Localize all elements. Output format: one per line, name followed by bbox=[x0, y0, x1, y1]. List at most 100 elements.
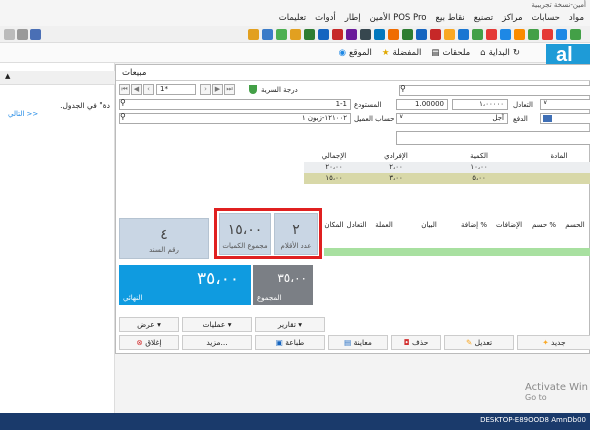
detail-header-additions: الإضافات bbox=[495, 221, 523, 229]
toolbar-icon-22[interactable] bbox=[542, 29, 553, 40]
delete-button[interactable]: ◘ حذف bbox=[391, 335, 441, 350]
tab-favorites-label: المفضلة bbox=[392, 47, 422, 58]
toolbar bbox=[0, 26, 590, 43]
toolbar-icon-24[interactable] bbox=[570, 29, 581, 40]
print-button[interactable]: ▣ طباعة bbox=[255, 335, 325, 350]
left-panel-header bbox=[0, 71, 115, 85]
toolbar-list-icon[interactable] bbox=[30, 29, 41, 40]
close-label: إغلاق bbox=[145, 338, 162, 347]
toolbar-icon-13[interactable] bbox=[416, 29, 427, 40]
notes-field[interactable] bbox=[396, 131, 590, 145]
detail-header-currency: العملة bbox=[375, 221, 393, 229]
detail-header-disc-pct: حسم % bbox=[531, 221, 557, 229]
tab-favorites[interactable]: ★ المفضلة bbox=[382, 48, 422, 58]
toolbar-icon-9[interactable] bbox=[360, 29, 371, 40]
menu-item-pos[interactable]: نقاط بيع bbox=[436, 13, 465, 23]
prev-record-button[interactable]: ◀ bbox=[131, 84, 142, 95]
new-button[interactable]: ✦ جديد bbox=[517, 335, 590, 350]
close-button[interactable]: ⊗ إغلاق bbox=[119, 335, 179, 350]
currency-select[interactable] bbox=[540, 99, 590, 110]
toolbar-icon-17[interactable] bbox=[472, 29, 483, 40]
toolbar-icon-6[interactable] bbox=[318, 29, 329, 40]
menu-item-manufacturing[interactable]: تصنيع bbox=[474, 13, 493, 23]
prev-button[interactable]: ‹ bbox=[143, 84, 154, 95]
globe-icon: ◉ bbox=[338, 47, 347, 58]
preview-icon: ▤ bbox=[344, 338, 352, 347]
next-record-button[interactable]: ▶ bbox=[212, 84, 223, 95]
rate-field[interactable]: 1.00000 bbox=[396, 99, 448, 110]
row2-quantity: ٥،٠٠ bbox=[472, 174, 486, 182]
toolbar-icon-16[interactable] bbox=[458, 29, 469, 40]
panel-expand-icon[interactable]: ▲ bbox=[5, 72, 10, 80]
doc-number-value: ٤ bbox=[160, 227, 168, 243]
menu-item-pos-pro[interactable]: الأمين POS Pro bbox=[370, 13, 427, 23]
detail-row[interactable] bbox=[324, 248, 590, 256]
warehouse-search-icon[interactable]: ⚲ bbox=[120, 98, 126, 107]
grid-row-1[interactable]: ٢٠،٠٠ ٢،٠٠ ١٠،٠٠ bbox=[304, 162, 590, 173]
toolbar-icon-10[interactable] bbox=[374, 29, 385, 40]
toolbar-icon-19[interactable] bbox=[500, 29, 511, 40]
toolbar-icon-4[interactable] bbox=[290, 29, 301, 40]
net-total-value: ٣٥،٠٠ bbox=[196, 269, 239, 289]
chevron-down-icon[interactable]: ∨ bbox=[543, 99, 547, 106]
payment-chevron-icon[interactable]: ∨ bbox=[399, 113, 403, 120]
tab-site[interactable]: ◉ الموقع bbox=[339, 48, 372, 58]
toolbar-icon-8[interactable] bbox=[346, 29, 357, 40]
next-link[interactable]: التالي >> bbox=[8, 110, 38, 118]
menu-item-centers[interactable]: مراكز bbox=[502, 13, 522, 23]
view-button[interactable]: عرض ▾ bbox=[119, 317, 179, 332]
menu-item-tools[interactable]: أدوات bbox=[315, 13, 336, 23]
toolbar-icon-23[interactable] bbox=[556, 29, 567, 40]
preview-button[interactable]: ▤ معاينة bbox=[328, 335, 388, 350]
menu-bar: مواد حسابات مراكز تصنيع نقاط بيع الأمين … bbox=[0, 10, 590, 26]
menu-item-accounts[interactable]: حسابات bbox=[532, 13, 560, 23]
toolbar-icon-12[interactable] bbox=[402, 29, 413, 40]
details-grid: المكان التعادل العملة البيان إضافة % الإ… bbox=[324, 220, 590, 262]
record-number-field[interactable]: 1* bbox=[156, 84, 196, 95]
refresh-icon[interactable]: ↻ bbox=[513, 48, 520, 58]
menu-item-materials[interactable]: مواد bbox=[569, 13, 584, 23]
toolbar-icon-15[interactable] bbox=[444, 29, 455, 40]
last-record-button[interactable]: ⏭ bbox=[224, 84, 235, 95]
toolbar-icon-20[interactable] bbox=[514, 29, 525, 40]
toolbar-icon-18[interactable] bbox=[486, 29, 497, 40]
toolbar-grid-icon[interactable] bbox=[17, 29, 28, 40]
first-record-button[interactable]: ⏮ bbox=[119, 84, 130, 95]
search-icon[interactable]: ⚲ bbox=[400, 84, 406, 93]
next-button[interactable]: › bbox=[200, 84, 211, 95]
reports-button[interactable]: تقارير ▾ bbox=[255, 317, 325, 332]
toolbar-icon-3[interactable] bbox=[276, 29, 287, 40]
toolbar-icon-14[interactable] bbox=[430, 29, 441, 40]
activation-watermark: Activate Win Go to bbox=[525, 382, 590, 402]
search-field-top[interactable] bbox=[399, 85, 590, 96]
toolbar-icon-2[interactable] bbox=[262, 29, 273, 40]
operations-button[interactable]: عمليات ▾ bbox=[182, 317, 252, 332]
total-value: ٣٥،٠٠ bbox=[277, 271, 307, 285]
payment-select[interactable]: آجل bbox=[396, 113, 508, 124]
more-button[interactable]: مزيد... bbox=[182, 335, 252, 350]
edit-button[interactable]: ✎ تعديل bbox=[444, 335, 514, 350]
toolbar-icon-11[interactable] bbox=[388, 29, 399, 40]
printer-icon: ▣ bbox=[275, 338, 283, 347]
warehouse-field[interactable]: 1-1 bbox=[119, 99, 351, 110]
tab-notes[interactable]: ▤ ملحقات bbox=[431, 48, 470, 58]
menu-item-help[interactable]: تعليمات bbox=[279, 13, 306, 23]
net-total-label: النهائي bbox=[123, 294, 143, 302]
customer-search-icon[interactable]: ⚲ bbox=[120, 112, 126, 121]
rate-field-2[interactable]: ١،٠٠٠٠٠ bbox=[452, 99, 508, 110]
toolbar-refresh-icon[interactable] bbox=[4, 29, 15, 40]
toolbar-icon-5[interactable] bbox=[304, 29, 315, 40]
reports-label: تقارير bbox=[277, 320, 296, 329]
calendar-icon[interactable] bbox=[543, 115, 552, 122]
toolbar-icon-21[interactable] bbox=[528, 29, 539, 40]
sales-window: مبيعات ⏮ ◀ ‹ 1* › ▶ ⏭ درجة السرية ⚲ 1-1 … bbox=[115, 64, 590, 354]
customer-field[interactable]: ١٢١٠٠٢-زبون ١ bbox=[119, 113, 351, 124]
print-label: طباعة bbox=[285, 338, 305, 347]
doc-number-label: رقم السند bbox=[149, 246, 179, 254]
toolbar-icon-7[interactable] bbox=[332, 29, 343, 40]
detail-header-discount: الحسم bbox=[565, 221, 585, 229]
toolbar-icon-1[interactable] bbox=[248, 29, 259, 40]
grid-row-2[interactable]: ١٥،٠٠ ٣،٠٠ ٥،٠٠ bbox=[304, 173, 590, 184]
menu-item-window[interactable]: إطار bbox=[345, 13, 361, 23]
tab-start[interactable]: ⌂ البداية ↻ bbox=[480, 48, 520, 58]
